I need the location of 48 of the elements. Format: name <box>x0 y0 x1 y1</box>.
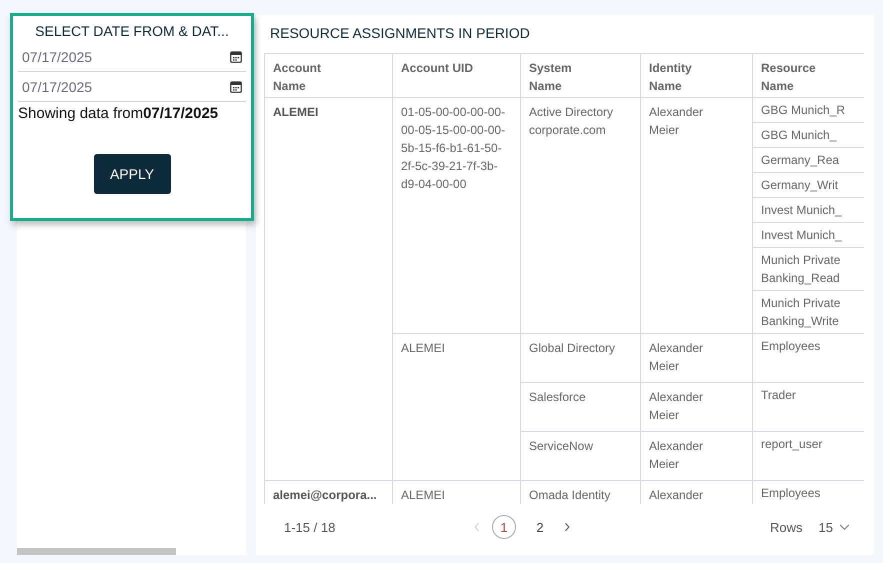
column-header: System Name <box>521 54 641 97</box>
table-cell: ALEMEI <box>393 334 521 480</box>
column-header: Account Name <box>265 54 393 97</box>
table-cell: alemei@corpora... <box>265 481 393 504</box>
table-cell: Germany_Rea <box>753 148 864 173</box>
table-cell: GBG Munich_ <box>753 123 864 148</box>
table-cell: Invest Munich_ <box>753 198 864 223</box>
table-cell: Alexander Meier <box>641 383 753 431</box>
table-cell: Active Directory corporate.com <box>521 98 641 333</box>
table-cell: Germany_Writ <box>753 173 864 198</box>
table-cell: Alexander Meier <box>641 98 753 333</box>
calendar-icon[interactable] <box>230 80 242 92</box>
table-cell: Munich Private Banking_Read <box>753 248 864 291</box>
chevron-down-icon <box>839 524 850 530</box>
rows-label: Rows <box>770 520 803 534</box>
table-cell: Alexander Meier <box>641 334 753 382</box>
next-icon[interactable] <box>564 522 570 532</box>
page-button[interactable]: 1 <box>492 515 516 539</box>
table-cell-text: report_user <box>760 436 824 453</box>
page-range: 1-15 / 18 <box>284 520 336 534</box>
table-cell-text: Trader <box>760 387 797 404</box>
scrollbar[interactable] <box>17 548 176 555</box>
table-cell: ALEMEI <box>265 98 393 480</box>
column-header: Resource Name <box>760 60 817 95</box>
table-cell: Global Directory <box>521 334 641 382</box>
table-cell: Omada Identity <box>521 481 641 504</box>
table-cell: Alexander <box>641 481 753 504</box>
column-header: Identity Name <box>641 54 753 97</box>
table-cell-text: Employees <box>760 485 822 502</box>
table-cell-text: Munich Private Banking_Write <box>760 295 842 330</box>
popup-title: SELECT DATE FROM & DAT... <box>34 23 230 39</box>
table-cell: Salesforce <box>521 383 641 431</box>
date-summary: Showing data from07/17/2025 <box>18 105 220 122</box>
page-button[interactable]: 2 <box>528 515 552 539</box>
calendar-icon[interactable] <box>230 50 242 62</box>
table-cell: Invest Munich_ <box>753 223 864 248</box>
table-cell: ServiceNow <box>521 432 641 480</box>
panel-title: RESOURCE ASSIGNMENTS IN PERIOD <box>269 25 531 43</box>
rows-dropdown[interactable]: 15 <box>818 520 850 534</box>
table-cell-text: Employees <box>760 338 822 355</box>
table-cell: GBG Munich_R <box>753 98 864 123</box>
date-field[interactable]: 07/17/2025 <box>22 48 230 64</box>
table-cell: Alexander Meier <box>641 432 753 480</box>
table-cell: ALEMEI <box>393 481 521 504</box>
table-cell: 01-05-00-00-00-00-00-05-15-00-00-00-5b-15-f6-b1-61-50-2f-5c-39-21-7f-3b-d9-04-00-00 <box>393 98 521 333</box>
date-field[interactable]: 07/17/2025 <box>22 78 230 94</box>
column-header: Account UID <box>393 54 521 97</box>
apply-button[interactable]: APPLY <box>94 154 170 194</box>
